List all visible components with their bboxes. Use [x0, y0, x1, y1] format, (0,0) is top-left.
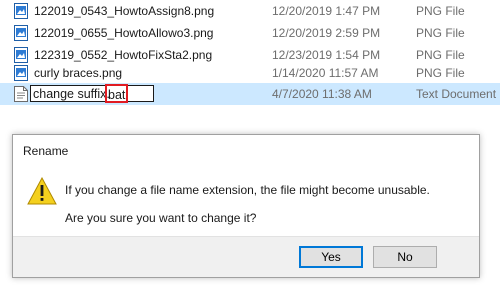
png-file-icon: [14, 3, 28, 19]
text-document-icon: [14, 86, 28, 102]
file-name: curly braces.png: [34, 66, 123, 80]
file-type: Text Document: [416, 87, 497, 101]
rename-input-extension-highlight: bat: [105, 84, 129, 103]
dialog-title: Rename: [23, 144, 69, 158]
file-name: 122319_0552_HowtoFixSta2.png: [34, 48, 213, 62]
dialog-message: If you change a file name extension, the…: [65, 183, 430, 197]
file-row-renaming[interactable]: change suffix. bat 4/7/2020 11:38 AM Tex…: [0, 83, 500, 105]
file-date: 1/14/2020 11:57 AM: [272, 66, 379, 80]
rename-dialog: Rename If you change a file name extensi…: [12, 134, 480, 278]
png-file-icon: [14, 47, 28, 63]
warning-icon: [27, 177, 57, 205]
file-row[interactable]: 122019_0655_HowtoAllowo3.png 12/20/2019 …: [0, 22, 500, 44]
dialog-button-bar: Yes No: [13, 236, 479, 277]
file-name: 122019_0543_HowtoAssign8.png: [34, 4, 215, 18]
file-row[interactable]: 122019_0543_HowtoAssign8.png 12/20/2019 …: [0, 0, 500, 22]
file-name: 122019_0655_HowtoAllowo3.png: [34, 26, 214, 40]
rename-input-basename: change suffix.: [33, 87, 110, 101]
file-row[interactable]: curly braces.png 1/14/2020 11:57 AM PNG …: [0, 62, 500, 84]
no-button[interactable]: No: [373, 246, 437, 268]
png-file-icon: [14, 25, 28, 41]
file-type: PNG File: [416, 66, 465, 80]
file-date: 4/7/2020 11:38 AM: [272, 87, 372, 101]
file-type: PNG File: [416, 4, 465, 18]
yes-button[interactable]: Yes: [299, 246, 363, 268]
file-date: 12/23/2019 1:54 PM: [272, 48, 381, 62]
rename-input[interactable]: change suffix. bat: [30, 84, 154, 103]
png-file-icon: [14, 65, 28, 81]
file-type: PNG File: [416, 26, 465, 40]
file-type: PNG File: [416, 48, 465, 62]
file-date: 12/20/2019 2:59 PM: [272, 26, 381, 40]
dialog-question: Are you sure you want to change it?: [65, 211, 257, 225]
file-date: 12/20/2019 1:47 PM: [272, 4, 381, 18]
